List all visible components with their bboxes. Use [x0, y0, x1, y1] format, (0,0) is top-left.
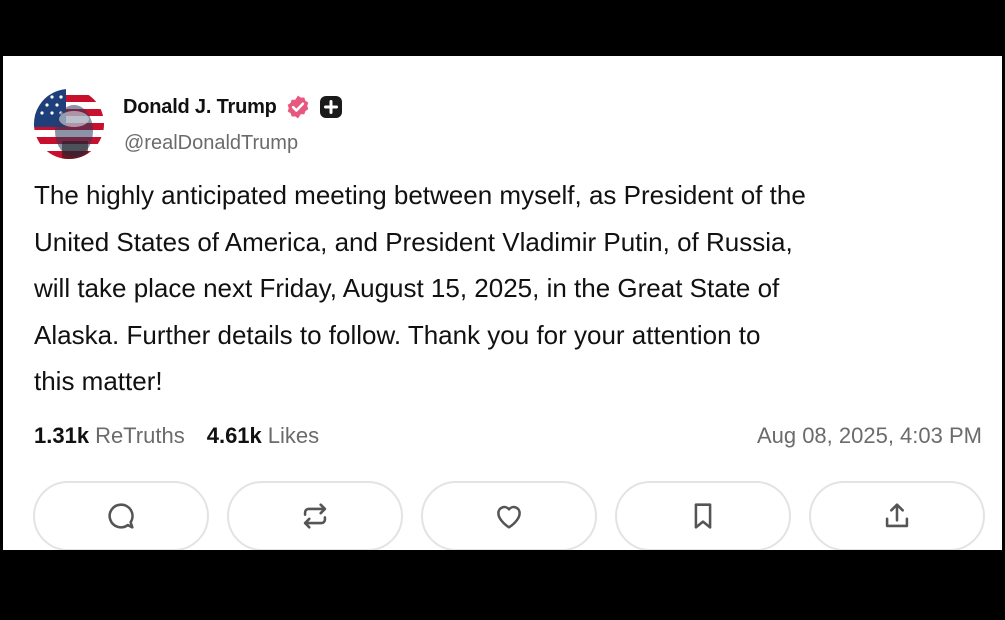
- likes-count[interactable]: 4.61k: [207, 423, 262, 449]
- reply-button[interactable]: [33, 481, 209, 550]
- avatar-image: [34, 89, 104, 159]
- plus-badge-icon: [319, 95, 343, 119]
- author-name-row: Donald J. Trump: [123, 94, 343, 120]
- like-heart-icon: [497, 505, 521, 529]
- share-icon: [885, 503, 909, 528]
- reply-icon: [108, 503, 134, 529]
- post-timestamp: Aug 08, 2025, 4:03 PM: [756, 423, 982, 448]
- retruths-label[interactable]: ReTruths: [95, 423, 185, 449]
- post-stats: 1.31k ReTruths 4.61k Likes: [34, 423, 319, 449]
- retruths-count[interactable]: 1.31k: [34, 423, 89, 449]
- bookmark-icon: [694, 503, 712, 529]
- verified-badge-icon: [285, 94, 311, 120]
- share-button[interactable]: [809, 481, 985, 550]
- likes-label[interactable]: Likes: [268, 423, 319, 449]
- avatar[interactable]: [34, 89, 104, 159]
- retruth-button[interactable]: [227, 481, 403, 550]
- like-button[interactable]: [421, 481, 597, 550]
- bookmark-button[interactable]: [615, 481, 791, 550]
- author-display-name[interactable]: Donald J. Trump: [123, 96, 277, 119]
- post-card: Donald J. Trump @realDonaldTrump The hig…: [3, 56, 1002, 550]
- author-handle[interactable]: @realDonaldTrump: [124, 132, 298, 155]
- retruth-icon: [303, 503, 327, 529]
- post-body-text: The highly anticipated meeting between m…: [34, 180, 806, 396]
